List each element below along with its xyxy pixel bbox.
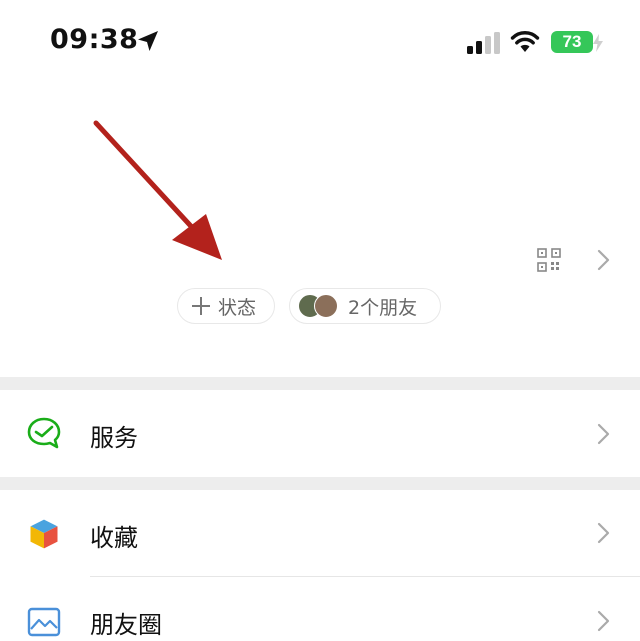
cellular-signal-icon (467, 32, 500, 54)
location-arrow-icon (138, 31, 158, 51)
friends-status-button[interactable]: 2个朋友 (289, 288, 441, 324)
moments-icon (27, 607, 61, 637)
friend-avatars (298, 294, 340, 318)
menu-item-label: 收藏 (90, 524, 138, 552)
menu-item-moments[interactable]: 朋友圈 (0, 577, 640, 639)
section-separator (0, 477, 640, 490)
wifi-icon (510, 31, 540, 52)
add-status-label: 状态 (218, 296, 257, 319)
menu-item-services[interactable]: 服务 (0, 390, 640, 477)
services-icon (27, 417, 61, 449)
menu-item-label: 服务 (90, 424, 138, 452)
chevron-right-icon[interactable] (596, 248, 612, 272)
friends-count-label: 2个朋友 (348, 296, 418, 319)
add-status-button[interactable]: 状态 (177, 288, 275, 324)
annotation-arrow (93, 120, 222, 260)
chevron-right-icon (597, 423, 610, 445)
chevron-right-icon (597, 610, 610, 632)
section-separator (0, 377, 640, 390)
status-bar: 09:38 73 (0, 0, 640, 84)
charging-bolt-icon (593, 34, 603, 52)
battery-level: 73 (562, 32, 582, 51)
favorites-icon (29, 518, 59, 550)
chevron-right-icon (597, 522, 610, 544)
battery-icon: 73 (551, 31, 593, 53)
status-time: 09:38 (50, 24, 139, 55)
qr-code-icon[interactable] (537, 248, 561, 272)
plus-icon (192, 297, 210, 315)
menu-item-favorites[interactable]: 收藏 (0, 490, 640, 576)
avatar (314, 294, 338, 318)
